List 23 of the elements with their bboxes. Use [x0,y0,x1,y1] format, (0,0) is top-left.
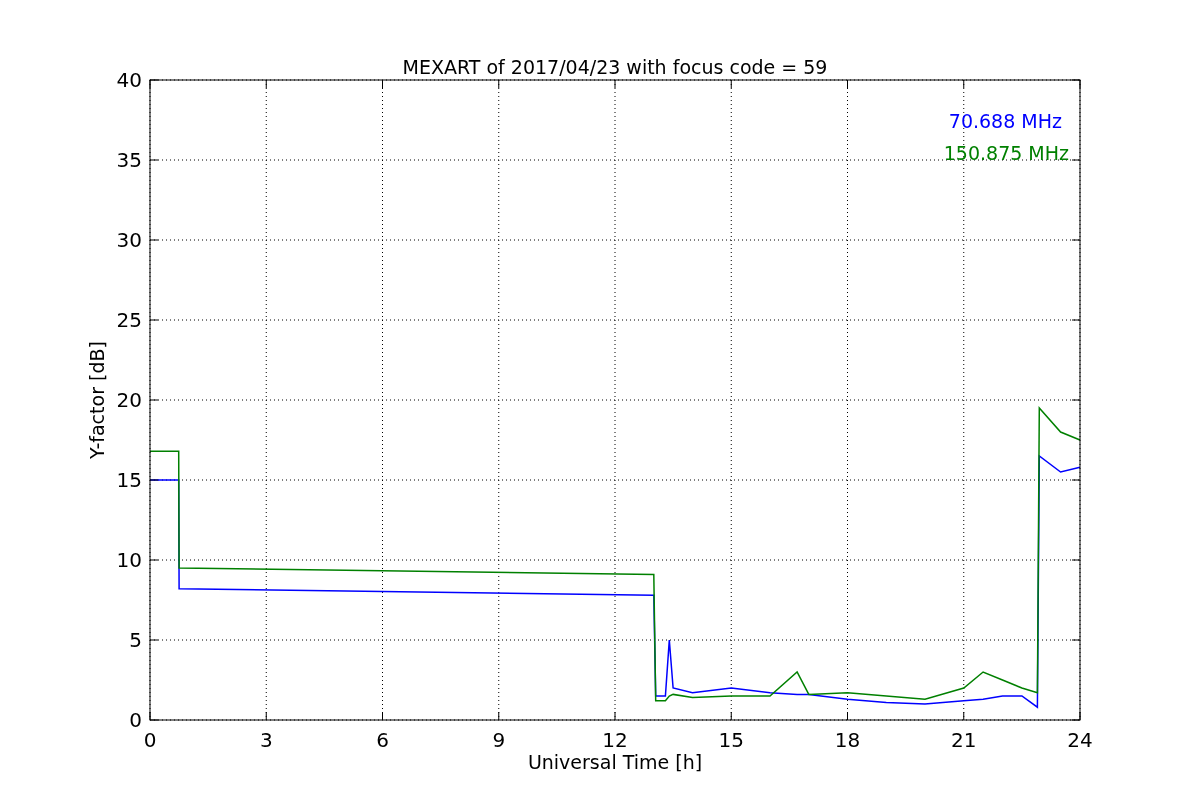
y-tick-label: 35 [116,148,142,172]
x-tick-label: 12 [602,728,628,752]
legend-label: 150.875 MHz [943,142,1069,164]
x-tick-label: 21 [951,728,977,752]
y-tick-label: 10 [116,548,142,572]
y-tick-label: 30 [116,228,142,252]
legend-label: 70.688 MHz [948,110,1062,132]
x-tick-label: 9 [492,728,506,752]
y-axis-label: Y-factor [dB] [86,341,108,459]
y-tick-label: 0 [129,708,142,732]
x-tick-label: 24 [1067,728,1093,752]
x-axis-label: Universal Time [h] [527,751,703,773]
x-tick-label: 15 [718,728,744,752]
x-tick-label: 18 [834,728,861,752]
y-tick-label: 5 [129,628,142,652]
y-tick-label: 15 [116,468,142,492]
y-tick-label: 40 [116,68,142,92]
y-tick-label: 25 [116,308,142,332]
y-tick-label: 20 [116,388,142,412]
x-tick-label: 0 [143,728,157,752]
x-tick-label: 3 [259,728,273,752]
x-tick-label: 6 [376,728,389,752]
chart-title: MEXART of 2017/04/23 with focus code = 59 [402,56,828,78]
